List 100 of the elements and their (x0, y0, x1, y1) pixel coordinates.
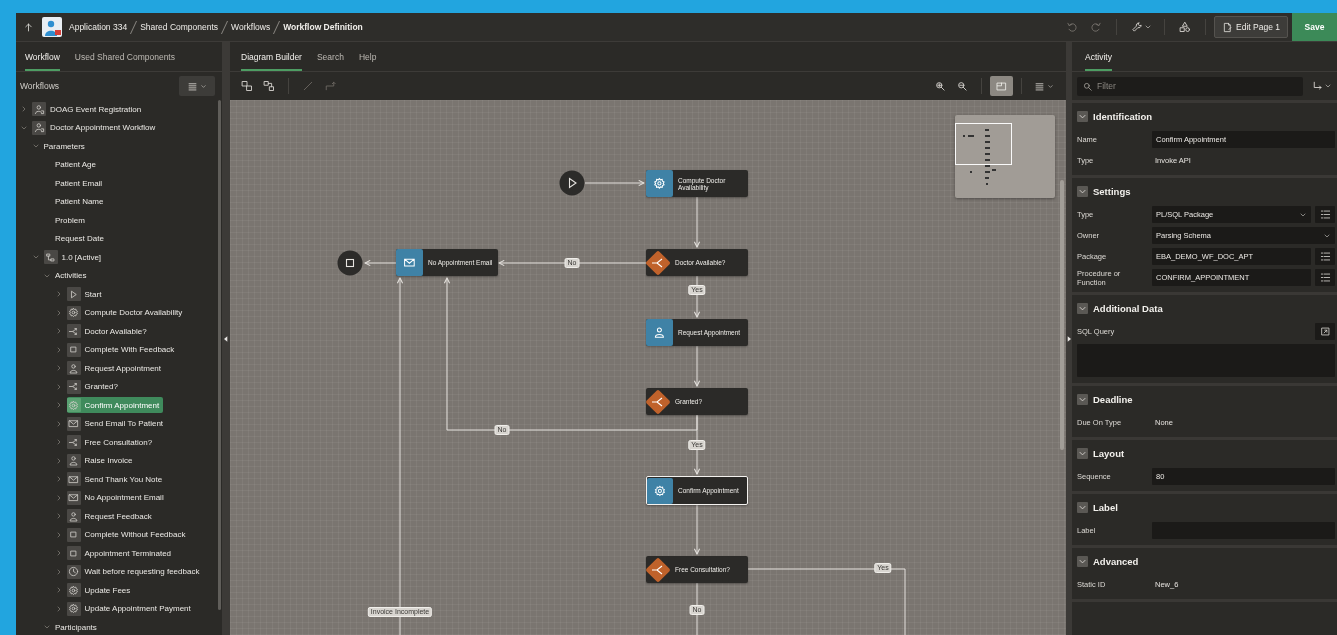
tree-item[interactable]: 1.0 [Active] (43, 249, 106, 266)
tree-item[interactable]: Confirm Appointment (66, 397, 164, 414)
edit-page-button[interactable]: Edit Page 1 (1214, 16, 1288, 38)
tree-item[interactable]: Request Appointment (66, 360, 165, 377)
tree-item[interactable]: Patient Name (55, 193, 108, 210)
tree-item[interactable]: Participants (55, 619, 101, 635)
list-icon (1319, 272, 1331, 283)
shapes-icon[interactable] (1179, 21, 1192, 33)
chevron-icon[interactable] (20, 105, 28, 114)
node-icon[interactable] (263, 80, 275, 92)
zoom-out-icon[interactable] (956, 80, 968, 92)
breadcrumb-link[interactable]: Workflow Definition (283, 22, 363, 32)
tree-item[interactable]: Raise Invoice (66, 452, 137, 469)
page-icon (1222, 21, 1234, 33)
menu-icon (1034, 80, 1045, 92)
caret-icon[interactable] (1144, 23, 1153, 31)
tree-item[interactable]: No Appointment Email (66, 489, 168, 506)
section-title: Advanced (1093, 555, 1139, 567)
tree-item[interactable]: Complete With Feedback (66, 341, 179, 358)
end-node[interactable] (337, 250, 363, 276)
scrollbar-thumb[interactable] (218, 100, 221, 610)
minimap-button[interactable] (990, 76, 1013, 96)
breadcrumb-link[interactable]: Workflows (231, 22, 271, 32)
menu-icon (187, 80, 198, 92)
connector-line[interactable] (693, 275, 701, 318)
stop-icon (68, 529, 79, 541)
tree-item[interactable]: Request Date (55, 230, 108, 247)
person-icon (646, 319, 673, 346)
tree-item[interactable]: DOAG Event Registration (32, 101, 146, 118)
tree-item[interactable]: Request Feedback (66, 508, 156, 525)
gear-icon (68, 603, 79, 615)
app-icon[interactable] (42, 17, 62, 37)
list-button[interactable] (1315, 206, 1335, 223)
collapse-toggle[interactable] (1077, 447, 1088, 459)
tree-item[interactable]: Send Email To Patient (66, 415, 168, 432)
tree-item[interactable]: Patient Email (55, 175, 107, 192)
clock-icon (68, 566, 79, 578)
tree-item[interactable]: Granted? (66, 378, 122, 395)
route-icon[interactable] (1312, 80, 1324, 92)
envelope-icon (68, 418, 79, 430)
tree-item[interactable]: Doctor Available? (66, 323, 151, 340)
section-title: Additional Data (1093, 302, 1163, 314)
tree-item[interactable]: Update Fees (66, 582, 135, 599)
list-icon (1319, 251, 1331, 262)
collapse-toggle[interactable] (1077, 110, 1088, 122)
tree-item[interactable]: Appointment Terminated (66, 545, 176, 562)
collapse-toggle[interactable] (1077, 555, 1088, 567)
breadcrumb-link[interactable]: Shared Components (140, 22, 219, 32)
zoom-in-icon[interactable] (934, 80, 946, 92)
up-arrow-icon[interactable] (23, 21, 34, 33)
tab[interactable]: Used Shared Components (74, 42, 175, 71)
collapse-handle-icon[interactable] (224, 335, 228, 342)
tab[interactable]: Workflow (25, 42, 60, 71)
person-icon (33, 122, 45, 134)
tab[interactable]: Search (316, 42, 344, 71)
tree-item[interactable]: Compute Doctor Availability (66, 304, 187, 321)
node-icon[interactable] (241, 80, 253, 92)
section-title: Label (1093, 501, 1118, 513)
menu-button[interactable] (179, 76, 215, 96)
tab[interactable]: Help (358, 42, 377, 71)
minimap-viewport[interactable] (955, 123, 1012, 165)
connector-line[interactable] (693, 414, 701, 475)
tree-item[interactable]: Free Consultation? (66, 434, 157, 451)
tree-item[interactable]: Activities (55, 267, 91, 284)
minimap-drawing (963, 129, 997, 186)
envelope-icon (396, 249, 423, 276)
connector-line[interactable] (696, 582, 698, 635)
list-button[interactable] (1315, 269, 1335, 286)
collapse-toggle[interactable] (1077, 185, 1088, 197)
section-title: Deadline (1093, 393, 1133, 405)
caret-icon (1047, 82, 1054, 90)
wrench-icon[interactable] (1131, 21, 1144, 33)
person-icon (33, 103, 45, 115)
gear-icon (646, 170, 673, 197)
filter-field[interactable]: Filter (1077, 76, 1303, 96)
tree-item[interactable]: Complete Without Feedback (66, 526, 190, 543)
tree-item[interactable]: Patient Age (55, 156, 100, 173)
scrollbar-thumb[interactable] (1060, 180, 1064, 450)
gear-icon (647, 477, 673, 504)
list-button[interactable] (1315, 248, 1335, 265)
tree-item[interactable]: Wait before requesting feedback (66, 563, 204, 580)
tree-item[interactable]: Problem (55, 212, 89, 229)
collapse-toggle[interactable] (1077, 501, 1088, 513)
collapse-toggle[interactable] (1077, 393, 1088, 405)
collapse-toggle[interactable] (1077, 302, 1088, 314)
start-node[interactable] (559, 170, 585, 196)
play-icon (68, 288, 79, 300)
caret-icon[interactable] (1324, 82, 1332, 90)
tab[interactable]: Activity (1085, 42, 1112, 71)
save-button[interactable]: Save (1292, 13, 1337, 41)
branch-icon (68, 436, 79, 448)
tree-item[interactable]: Send Thank You Note (66, 471, 167, 488)
expand-editor-button[interactable] (1315, 323, 1335, 340)
branch-icon (68, 325, 79, 337)
breadcrumb-link[interactable]: Application 334 (69, 22, 128, 32)
tree-item[interactable]: Doctor Appointment Workflow (32, 119, 160, 136)
tree-item[interactable]: Parameters (43, 138, 89, 155)
connector-line[interactable] (693, 345, 701, 387)
tree-item[interactable]: Start (66, 286, 106, 303)
tree-item[interactable]: Update Appointment Payment (66, 600, 195, 617)
